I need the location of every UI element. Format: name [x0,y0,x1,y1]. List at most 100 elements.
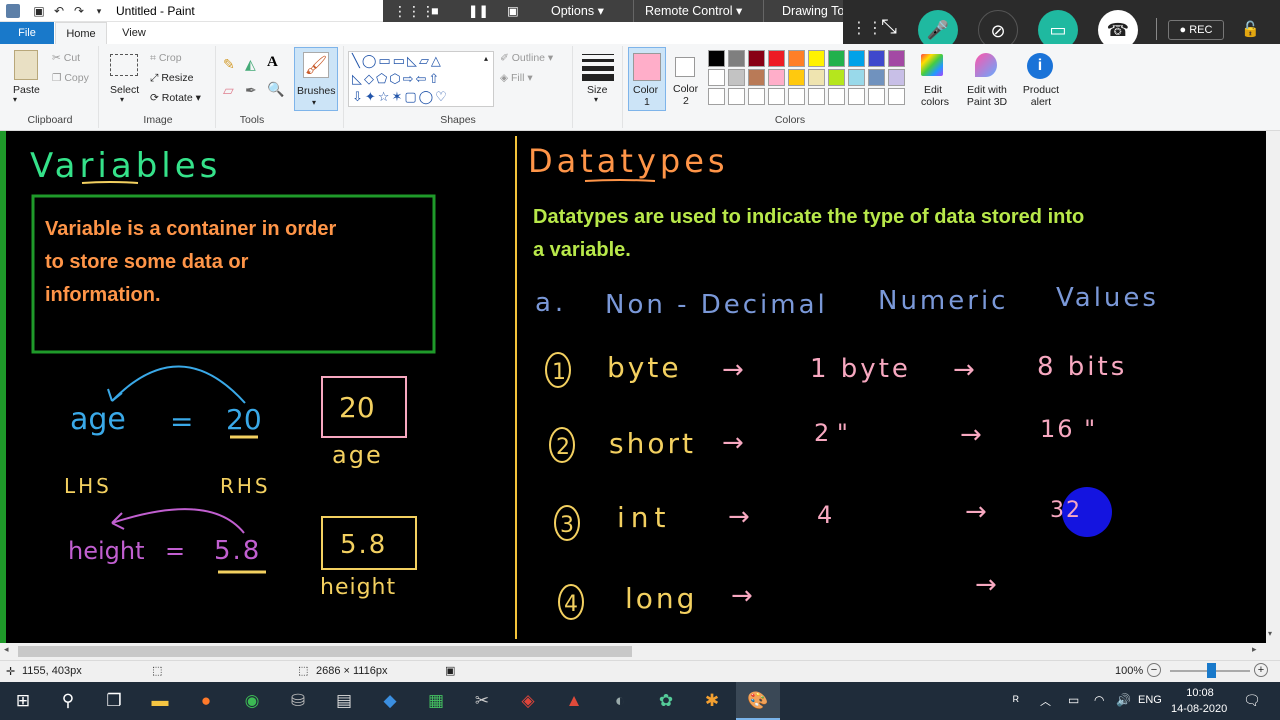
select-icon[interactable] [110,54,138,76]
vertical-scrollbar[interactable]: ▾ [1266,131,1280,643]
zoom-out-icon[interactable]: − [1147,663,1161,677]
palette-swatch[interactable] [708,50,725,67]
pause-icon[interactable]: ❚❚ [468,0,489,23]
info-icon[interactable]: i [1027,53,1053,79]
save-icon[interactable]: ▣ [32,4,46,18]
color-picker-icon[interactable]: ✒ [245,82,257,99]
rotate-button[interactable]: ⟳ Rotate ▾ [150,92,201,104]
palette-swatch[interactable] [728,69,745,86]
paint3d-icon[interactable] [975,53,997,77]
edit-colors-icon[interactable] [921,54,943,76]
scroll-down-icon[interactable]: ▾ [1268,629,1278,639]
palette-swatch[interactable] [708,69,725,86]
app3-icon[interactable]: ✱ [700,689,724,713]
palette-swatch[interactable] [788,69,805,86]
chrome-icon[interactable]: ◉ [240,689,264,713]
palette-swatch[interactable] [788,50,805,67]
cut-button[interactable]: ✂ Cut [52,52,80,64]
magnifier-icon[interactable]: 🔍 [267,81,284,98]
palette-swatch[interactable] [888,88,905,105]
shapes-scroll-icon[interactable]: ▴ [484,54,488,63]
collapse-icon[interactable]: ⤡ [881,16,897,39]
crop-button[interactable]: ⌗ Crop [150,52,182,65]
copy-button[interactable]: ❐ Copy [52,72,89,84]
customize-quick-access-icon[interactable]: ▾ [92,4,106,18]
pencil-icon[interactable]: ✎ [223,56,235,73]
palette-swatch[interactable] [788,88,805,105]
lock-icon[interactable]: 🔓 [1241,20,1260,38]
outline-button[interactable]: ✐ Outline ▾ [500,52,553,64]
palette-swatch[interactable] [748,69,765,86]
app2-icon[interactable]: ✿ [654,689,678,713]
stop-icon[interactable]: ■ [431,0,439,23]
file-explorer-icon[interactable]: ▬ [148,689,172,713]
canvas[interactable]: Variables Variable is a container in ord… [0,131,1270,643]
palette-swatch[interactable] [848,50,865,67]
fill-button[interactable]: ◈ Fill ▾ [500,72,533,84]
product-alert-button[interactable]: Product alert [1018,84,1064,108]
zoom-slider-thumb[interactable] [1207,663,1216,678]
options-menu[interactable]: Options ▾ [551,0,604,23]
notepad-plus-icon[interactable]: ▦ [424,689,448,713]
palette-swatch[interactable] [848,69,865,86]
clock-date[interactable]: 14-08-2020 [1171,703,1227,715]
palette-swatch[interactable] [888,69,905,86]
palette-swatch[interactable] [828,50,845,67]
task-view-icon[interactable]: ❐ [102,689,126,713]
edit-colors-button[interactable]: Edit colors [921,84,949,108]
fill-icon[interactable]: ◭ [245,56,256,73]
scroll-left-icon[interactable]: ◂ [4,644,9,655]
palette-swatch[interactable] [868,50,885,67]
color2-button[interactable]: Color 2 [669,47,705,111]
drag-handle-icon[interactable]: ⋮⋮ [851,18,883,38]
scroll-right-icon[interactable]: ▸ [1252,644,1257,655]
git-icon[interactable]: ◈ [516,689,540,713]
text-icon[interactable]: A [267,54,278,71]
redo-icon[interactable]: ↷ [72,4,86,18]
search-icon[interactable]: ⚲ [56,689,80,713]
palette-swatch[interactable] [768,50,785,67]
palette-swatch[interactable] [748,88,765,105]
paint-taskbar-button[interactable]: 🎨 [736,682,780,720]
notifications-icon[interactable]: 🗨 [1243,692,1261,709]
volume-icon[interactable]: 🔊 [1116,693,1131,707]
battery-icon[interactable]: ▭ [1068,693,1079,707]
show-hidden-icons[interactable]: ︿ [1040,693,1051,709]
windows-start-icon[interactable]: ⊞ [11,689,35,713]
resize-button[interactable]: ⤢ Resize [150,72,193,85]
palette-swatch[interactable] [708,88,725,105]
palette-swatch[interactable] [768,88,785,105]
clock-time[interactable]: 10:08 [1183,687,1217,699]
database-icon[interactable]: ⛁ [286,689,310,713]
paste-button[interactable]: Paste [13,84,40,96]
eraser-icon[interactable]: ▱ [223,82,234,99]
wifi-icon[interactable]: ◠ [1094,693,1104,707]
palette-swatch[interactable] [768,69,785,86]
size-icon[interactable] [582,52,614,81]
brushes-button[interactable]: 🖌 Brushes ▾ [294,47,338,111]
tab-view[interactable]: View [112,22,156,44]
palette-swatch[interactable] [828,88,845,105]
palette-swatch[interactable] [828,69,845,86]
document-icon[interactable]: ▤ [332,689,356,713]
palette-swatch[interactable] [808,50,825,67]
grid-icon[interactable]: ⋮⋮⋮ [393,0,435,23]
undo-icon[interactable]: ↶ [52,4,66,18]
vscode-icon[interactable]: ◆ [378,689,402,713]
palette-swatch[interactable] [808,69,825,86]
horizontal-scrollbar[interactable]: ◂ ▸ [0,643,1280,660]
paste-icon[interactable] [14,50,38,80]
palette-swatch[interactable] [808,88,825,105]
people-icon[interactable]: ᴿ [1013,693,1019,708]
palette-swatch[interactable] [848,88,865,105]
drawing-tools-menu[interactable]: Drawing To [782,0,843,23]
tab-file[interactable]: File [0,22,54,44]
remote-control-menu[interactable]: Remote Control ▾ [645,0,742,23]
tab-home[interactable]: Home [55,22,107,44]
color1-button[interactable]: Color 1 [628,47,666,111]
palette-swatch[interactable] [868,69,885,86]
language-indicator[interactable]: ENG [1138,694,1162,706]
select-button[interactable]: Select [110,84,139,96]
horizontal-scroll-thumb[interactable] [18,646,632,657]
app-icon[interactable]: ▲ [562,689,586,713]
